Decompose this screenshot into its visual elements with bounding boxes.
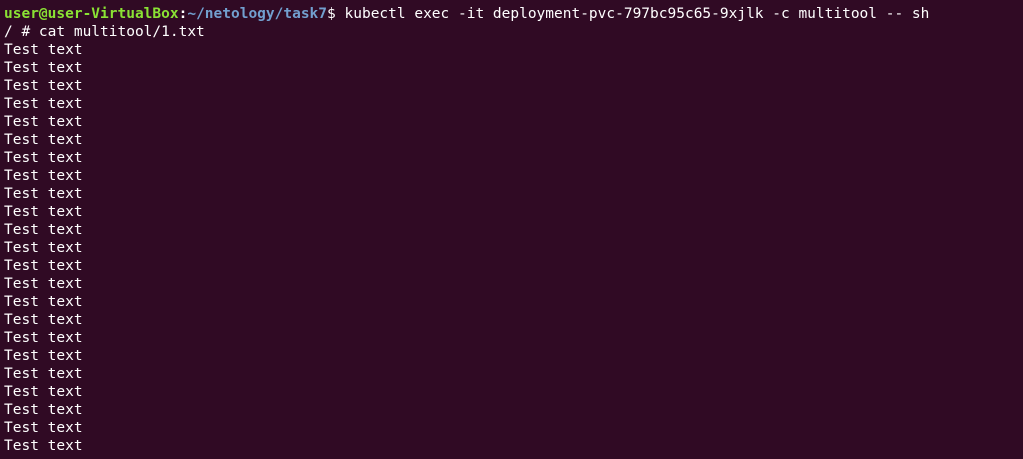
prompt-symbol: $ [327,6,345,22]
output-line: Test text [4,294,83,310]
prompt-line: user@user-VirtualBox:~/netology/task7$ k… [4,5,1023,23]
output-line: Test text [4,186,83,202]
output-line: Test text [4,60,83,76]
output-line: Test text [4,240,83,256]
output-line: Test text [4,204,83,220]
output-line: Test text [4,258,83,274]
output-line: Test text [4,222,83,238]
output-line: Test text [4,114,83,130]
output-line: Test text [4,168,83,184]
prompt-user-host: user@user-VirtualBox [4,6,179,22]
output-line: Test text [4,420,83,436]
output-line: Test text [4,402,83,418]
output-line: Test text [4,276,83,292]
output-line: Test text [4,384,83,400]
output-line: Test text [4,96,83,112]
prompt-path: ~/netology/task7 [187,6,328,22]
output-line: Test text [4,366,83,382]
command-text: kubectl exec -it deployment-pvc-797bc95c… [344,6,930,22]
output-line: Test text [4,348,83,364]
output-line: Test text [4,312,83,328]
output-line: Test text [4,150,83,166]
command-output: Test text Test text Test text Test text Test… [4,41,1023,455]
terminal-window[interactable]: user@user-VirtualBox:~/netology/task7$ k… [0,0,1023,459]
shell-command-line: / # cat multitool/1.txt [4,24,205,40]
output-line: Test text [4,438,83,454]
output-line: Test text [4,330,83,346]
output-line: Test text [4,42,83,58]
output-line: Test text [4,132,83,148]
output-line: Test text [4,78,83,94]
